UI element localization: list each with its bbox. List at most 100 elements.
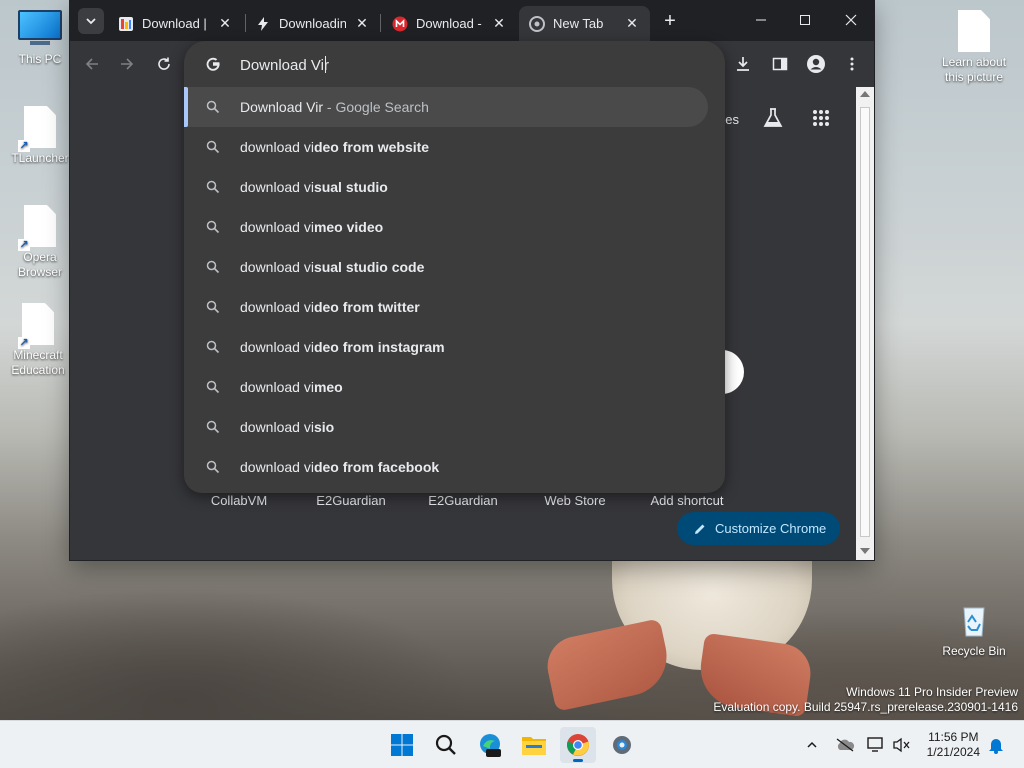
close-icon[interactable]: ✕	[624, 15, 640, 32]
apps-grid-icon	[813, 110, 829, 126]
page-scrollbar[interactable]	[856, 87, 874, 560]
new-tab-button[interactable]: +	[658, 10, 682, 34]
volume-button[interactable]	[890, 727, 914, 763]
shortcut-web-store[interactable]: Web Store	[525, 493, 625, 508]
close-icon[interactable]: ✕	[491, 15, 507, 32]
omnibox-suggestion[interactable]: download video from instagram	[184, 327, 708, 367]
maximize-button[interactable]	[782, 6, 828, 34]
suggestion-text: download visual studio	[240, 179, 388, 195]
onedrive-button[interactable]	[832, 727, 858, 763]
tab-new-tab[interactable]: New Tab ✕	[519, 6, 650, 41]
search-icon	[206, 180, 220, 194]
google-apps-button[interactable]	[812, 109, 830, 132]
windows-watermark: Windows 11 Pro Insider Preview Evaluatio…	[713, 685, 1018, 715]
desktop-icon-learn-about-picture[interactable]: Learn about this picture	[936, 10, 1012, 85]
desktop-icon-label: TLauncher	[11, 151, 69, 165]
chrome-taskbar-button[interactable]	[560, 727, 596, 763]
show-hidden-icons-button[interactable]	[800, 727, 824, 763]
suggestion-prefix: download vi	[240, 299, 314, 315]
search-icon	[206, 300, 220, 314]
side-panel-button[interactable]	[768, 52, 792, 76]
omnibox-dropdown: Download Vir - Google Searchdownload vid…	[184, 41, 725, 493]
scroll-up-icon[interactable]	[860, 91, 870, 97]
shortcut-e2guardian[interactable]: E2Guardian	[301, 493, 401, 508]
search-button[interactable]	[428, 727, 464, 763]
omnibox-suggestion[interactable]: download video from twitter	[184, 287, 708, 327]
suggestion-prefix: download vi	[240, 139, 314, 155]
desktop-icon-tlauncher[interactable]: ↗ TLauncher	[2, 106, 78, 166]
omnibox-input[interactable]	[240, 54, 700, 76]
suggestion-completion: meo video	[313, 219, 384, 235]
omnibox-suggestion[interactable]: download visual studio	[184, 167, 708, 207]
suggestion-prefix: download vi	[240, 419, 314, 435]
google-g-icon	[206, 57, 220, 71]
forward-button[interactable]	[115, 52, 139, 76]
minimize-button[interactable]	[738, 6, 784, 34]
suggestion-completion: sual studio code	[313, 259, 425, 275]
desktop-icon-minecraft-education[interactable]: ↗ Minecraft Education	[0, 303, 76, 378]
start-button[interactable]	[384, 727, 420, 763]
desktop-icon-this-pc[interactable]: This PC	[2, 10, 78, 67]
tab-download-1[interactable]: Download | ✕	[108, 6, 243, 41]
file-explorer-button[interactable]	[516, 727, 552, 763]
close-icon[interactable]: ✕	[217, 15, 233, 32]
suggestion-source: - Google Search	[323, 99, 429, 115]
desktop-icon-label: Learn about this picture	[941, 55, 1007, 84]
side-panel-icon	[772, 57, 788, 71]
omnibox-suggestion[interactable]: download visio	[184, 407, 708, 447]
text-caret	[325, 56, 326, 73]
google-docs-icon	[119, 16, 133, 31]
gear-icon	[613, 736, 631, 754]
suggestion-text: download vimeo	[240, 379, 343, 395]
customize-chrome-label: Customize Chrome	[715, 521, 827, 536]
shortcut-add[interactable]: Add shortcut	[637, 493, 737, 508]
desktop-icon-recycle-bin[interactable]: Recycle Bin	[936, 600, 1012, 659]
omnibox-suggestion[interactable]: download video from website	[184, 127, 708, 167]
settings-taskbar-button[interactable]	[604, 727, 640, 763]
watermark-edition: Windows 11 Pro Insider Preview	[846, 685, 1018, 699]
suggestion-completion: deo from twitter	[313, 299, 420, 315]
computer-icon	[18, 10, 62, 46]
suggestion-completion: meo	[313, 379, 343, 395]
omnibox-suggestion[interactable]: download video from facebook	[184, 447, 708, 487]
notifications-button[interactable]	[984, 727, 1008, 763]
omnibox-suggestion[interactable]: Download Vir - Google Search	[184, 87, 708, 127]
labs-button[interactable]	[762, 107, 784, 134]
clock-time: 11:56 PM	[928, 730, 979, 744]
scroll-thumb[interactable]	[860, 107, 870, 537]
reload-button[interactable]	[152, 52, 176, 76]
customize-chrome-button[interactable]: Customize Chrome	[677, 512, 840, 545]
omnibox-suggestion[interactable]: download visual studio code	[184, 247, 708, 287]
shortcut-collabvm[interactable]: CollabVM	[189, 493, 289, 508]
profile-button[interactable]	[804, 52, 828, 76]
search-icon	[206, 340, 220, 354]
tab-download-2[interactable]: Downloadin ✕	[245, 6, 380, 41]
menu-button[interactable]	[840, 52, 864, 76]
tab-search-button[interactable]	[78, 8, 104, 34]
omnibox-suggestion[interactable]: download vimeo	[184, 367, 708, 407]
clock[interactable]: 11:56 PM 1/21/2024	[927, 730, 980, 760]
search-icon	[206, 380, 220, 394]
chrome-window: Download | ✕ Downloadin ✕ Download - ✕ N…	[70, 0, 874, 560]
tab-title: Download -	[416, 16, 482, 31]
suggestion-text: Download Vir - Google Search	[240, 99, 429, 115]
close-window-button[interactable]	[828, 6, 874, 34]
edge-preview-button[interactable]	[472, 727, 508, 763]
scroll-down-icon[interactable]	[860, 548, 870, 554]
network-button[interactable]	[864, 727, 888, 763]
suggestion-completion: sio	[313, 419, 335, 435]
suggestion-completion: deo from instagram	[313, 339, 445, 355]
tab-title: Downloadin	[279, 16, 346, 31]
omnibox[interactable]	[184, 41, 725, 87]
recycle-bin-icon	[963, 607, 985, 637]
shortcut-arrow-icon: ↗	[18, 239, 30, 251]
desktop-icon-opera-browser[interactable]: ↗ Opera Browser	[2, 205, 78, 280]
chrome-icon	[567, 734, 589, 756]
tab-download-3[interactable]: Download - ✕	[382, 6, 517, 41]
shortcut-e2guardian-2[interactable]: E2Guardian	[413, 493, 513, 508]
omnibox-suggestion[interactable]: download vimeo video	[184, 207, 708, 247]
search-icon	[206, 260, 220, 274]
close-icon[interactable]: ✕	[354, 15, 370, 32]
back-button[interactable]	[80, 52, 104, 76]
downloads-button[interactable]	[731, 52, 755, 76]
